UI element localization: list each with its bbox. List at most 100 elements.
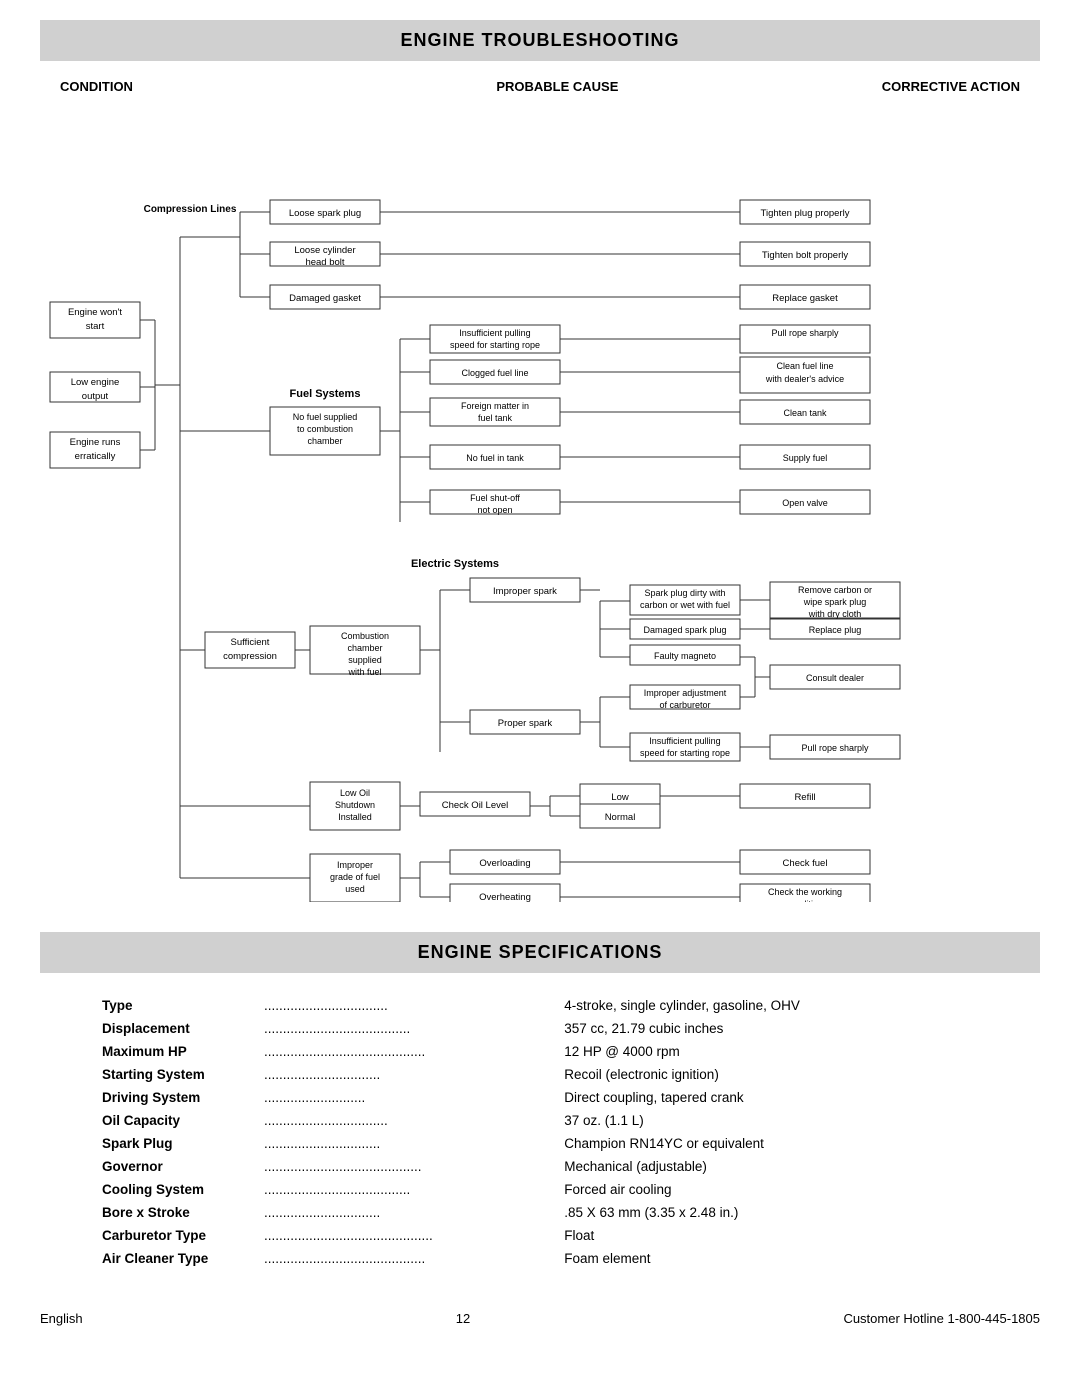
svg-text:with dealer's advice: with dealer's advice: [765, 374, 844, 384]
svg-text:with fuel: with fuel: [347, 667, 381, 677]
spec-dots: ........................................…: [264, 1156, 558, 1177]
svg-text:Tighten plug properly: Tighten plug properly: [761, 208, 850, 219]
svg-text:Damaged gasket: Damaged gasket: [289, 293, 361, 304]
svg-text:Open valve: Open valve: [782, 498, 828, 508]
svg-text:start: start: [86, 321, 105, 332]
svg-text:chamber: chamber: [347, 643, 382, 653]
svg-text:Damaged spark plug: Damaged spark plug: [643, 625, 726, 635]
svg-text:Pull rope sharply: Pull rope sharply: [801, 743, 869, 753]
svg-text:Proper spark: Proper spark: [498, 718, 553, 729]
spec-row: Air Cleaner Type .......................…: [102, 1248, 978, 1269]
svg-text:Supply fuel: Supply fuel: [783, 453, 828, 463]
specs-header: ENGINE SPECIFICATIONS: [40, 932, 1040, 973]
svg-text:Normal: Normal: [605, 812, 636, 823]
svg-text:speed for starting rope: speed for starting rope: [450, 340, 540, 350]
spec-dots: ........................................…: [264, 1225, 558, 1246]
spec-value: Champion RN14YC or equivalent: [560, 1133, 978, 1154]
spec-label: Maximum HP: [102, 1041, 262, 1062]
col-corrective: CORRECTIVE ACTION: [882, 79, 1020, 94]
svg-text:speed for starting rope: speed for starting rope: [640, 748, 730, 758]
spec-label: Starting System: [102, 1064, 262, 1085]
svg-text:Installed: Installed: [338, 812, 372, 822]
spec-label: Oil Capacity: [102, 1110, 262, 1131]
spec-row: Driving System .........................…: [102, 1087, 978, 1108]
svg-text:Insufficient pulling: Insufficient pulling: [649, 736, 720, 746]
svg-text:Combustion: Combustion: [341, 631, 389, 641]
spec-dots: ...........................: [264, 1087, 558, 1108]
svg-text:Overheating: Overheating: [479, 892, 531, 902]
svg-text:supplied: supplied: [348, 655, 382, 665]
svg-text:Electric Systems: Electric Systems: [411, 558, 499, 570]
spec-row: Type ................................. 4…: [102, 995, 978, 1016]
svg-text:Overloading: Overloading: [479, 858, 530, 869]
svg-text:chamber: chamber: [307, 436, 342, 446]
svg-text:Spark plug dirty with: Spark plug dirty with: [644, 588, 725, 598]
svg-text:No fuel supplied: No fuel supplied: [293, 412, 358, 422]
svg-text:Tighten bolt properly: Tighten bolt properly: [762, 250, 849, 261]
spec-label: Spark Plug: [102, 1133, 262, 1154]
svg-text:Loose cylinder: Loose cylinder: [294, 245, 355, 256]
page-footer: English 12 Customer Hotline 1-800-445-18…: [40, 1311, 1040, 1326]
svg-text:Check Oil Level: Check Oil Level: [442, 800, 509, 811]
svg-text:Engine runs: Engine runs: [70, 437, 121, 448]
svg-text:Faulty magneto: Faulty magneto: [654, 651, 716, 661]
troubleshooting-header: ENGINE TROUBLESHOOTING: [40, 20, 1040, 61]
spec-value: 37 oz. (1.1 L): [560, 1110, 978, 1131]
footer-language: English: [40, 1311, 83, 1326]
spec-value: 357 cc, 21.79 cubic inches: [560, 1018, 978, 1039]
svg-text:output: output: [82, 391, 109, 402]
svg-text:Low: Low: [611, 792, 629, 803]
svg-text:carbon or wet with fuel: carbon or wet with fuel: [640, 600, 730, 610]
svg-text:grade of fuel: grade of fuel: [330, 872, 380, 882]
svg-text:with dry cloth: with dry cloth: [808, 609, 862, 619]
svg-text:Refill: Refill: [794, 792, 815, 803]
svg-text:condition: condition: [787, 899, 823, 902]
spec-row: Bore x Stroke ..........................…: [102, 1202, 978, 1223]
spec-value: 4-stroke, single cylinder, gasoline, OHV: [560, 995, 978, 1016]
svg-text:Clogged fuel line: Clogged fuel line: [461, 368, 528, 378]
spec-value: Float: [560, 1225, 978, 1246]
svg-text:Improper spark: Improper spark: [493, 586, 557, 597]
spec-dots: ........................................…: [264, 1248, 558, 1269]
svg-text:Low engine: Low engine: [71, 377, 120, 388]
svg-text:Replace plug: Replace plug: [809, 625, 862, 635]
spec-value: Mechanical (adjustable): [560, 1156, 978, 1177]
spec-label: Carburetor Type: [102, 1225, 262, 1246]
svg-text:Fuel shut-off: Fuel shut-off: [470, 493, 520, 503]
svg-text:Remove carbon or: Remove carbon or: [798, 585, 872, 595]
spec-row: Spark Plug .............................…: [102, 1133, 978, 1154]
spec-value: .85 X 63 mm (3.35 x 2.48 in.): [560, 1202, 978, 1223]
spec-row: Carburetor Type ........................…: [102, 1225, 978, 1246]
svg-text:Engine won't: Engine won't: [68, 307, 122, 318]
svg-text:Clean fuel line: Clean fuel line: [776, 361, 833, 371]
spec-value: Foam element: [560, 1248, 978, 1269]
page: ENGINE TROUBLESHOOTING CONDITION PROBABL…: [0, 0, 1080, 1397]
spec-dots: ...............................: [264, 1133, 558, 1154]
spec-dots: ...............................: [264, 1064, 558, 1085]
spec-dots: ........................................…: [264, 1041, 558, 1062]
svg-text:Replace gasket: Replace gasket: [772, 293, 838, 304]
spec-dots: .......................................: [264, 1179, 558, 1200]
svg-text:Improper: Improper: [337, 860, 373, 870]
spec-value: Direct coupling, tapered crank: [560, 1087, 978, 1108]
footer-hotline: Customer Hotline 1-800-445-1805: [843, 1311, 1040, 1326]
svg-text:Fuel Systems: Fuel Systems: [290, 388, 361, 400]
svg-text:wipe spark plug: wipe spark plug: [803, 597, 867, 607]
svg-text:used: used: [345, 884, 365, 894]
spec-label: Bore x Stroke: [102, 1202, 262, 1223]
svg-text:Loose spark plug: Loose spark plug: [289, 208, 361, 219]
svg-text:Consult dealer: Consult dealer: [806, 673, 864, 683]
col-probable: PROBABLE CAUSE: [496, 79, 618, 94]
svg-text:Compression Lines: Compression Lines: [144, 204, 237, 215]
spec-label: Cooling System: [102, 1179, 262, 1200]
spec-dots: .................................: [264, 1110, 558, 1131]
svg-text:erratically: erratically: [75, 451, 116, 462]
col-condition: CONDITION: [60, 79, 133, 94]
svg-text:Improper adjustment: Improper adjustment: [644, 688, 727, 698]
svg-text:Pull rope sharply: Pull rope sharply: [771, 328, 839, 338]
spec-row: Starting System ........................…: [102, 1064, 978, 1085]
spec-row: Cooling System .........................…: [102, 1179, 978, 1200]
spec-dots: .................................: [264, 995, 558, 1016]
svg-text:Clean tank: Clean tank: [783, 408, 827, 418]
spec-value: 12 HP @ 4000 rpm: [560, 1041, 978, 1062]
